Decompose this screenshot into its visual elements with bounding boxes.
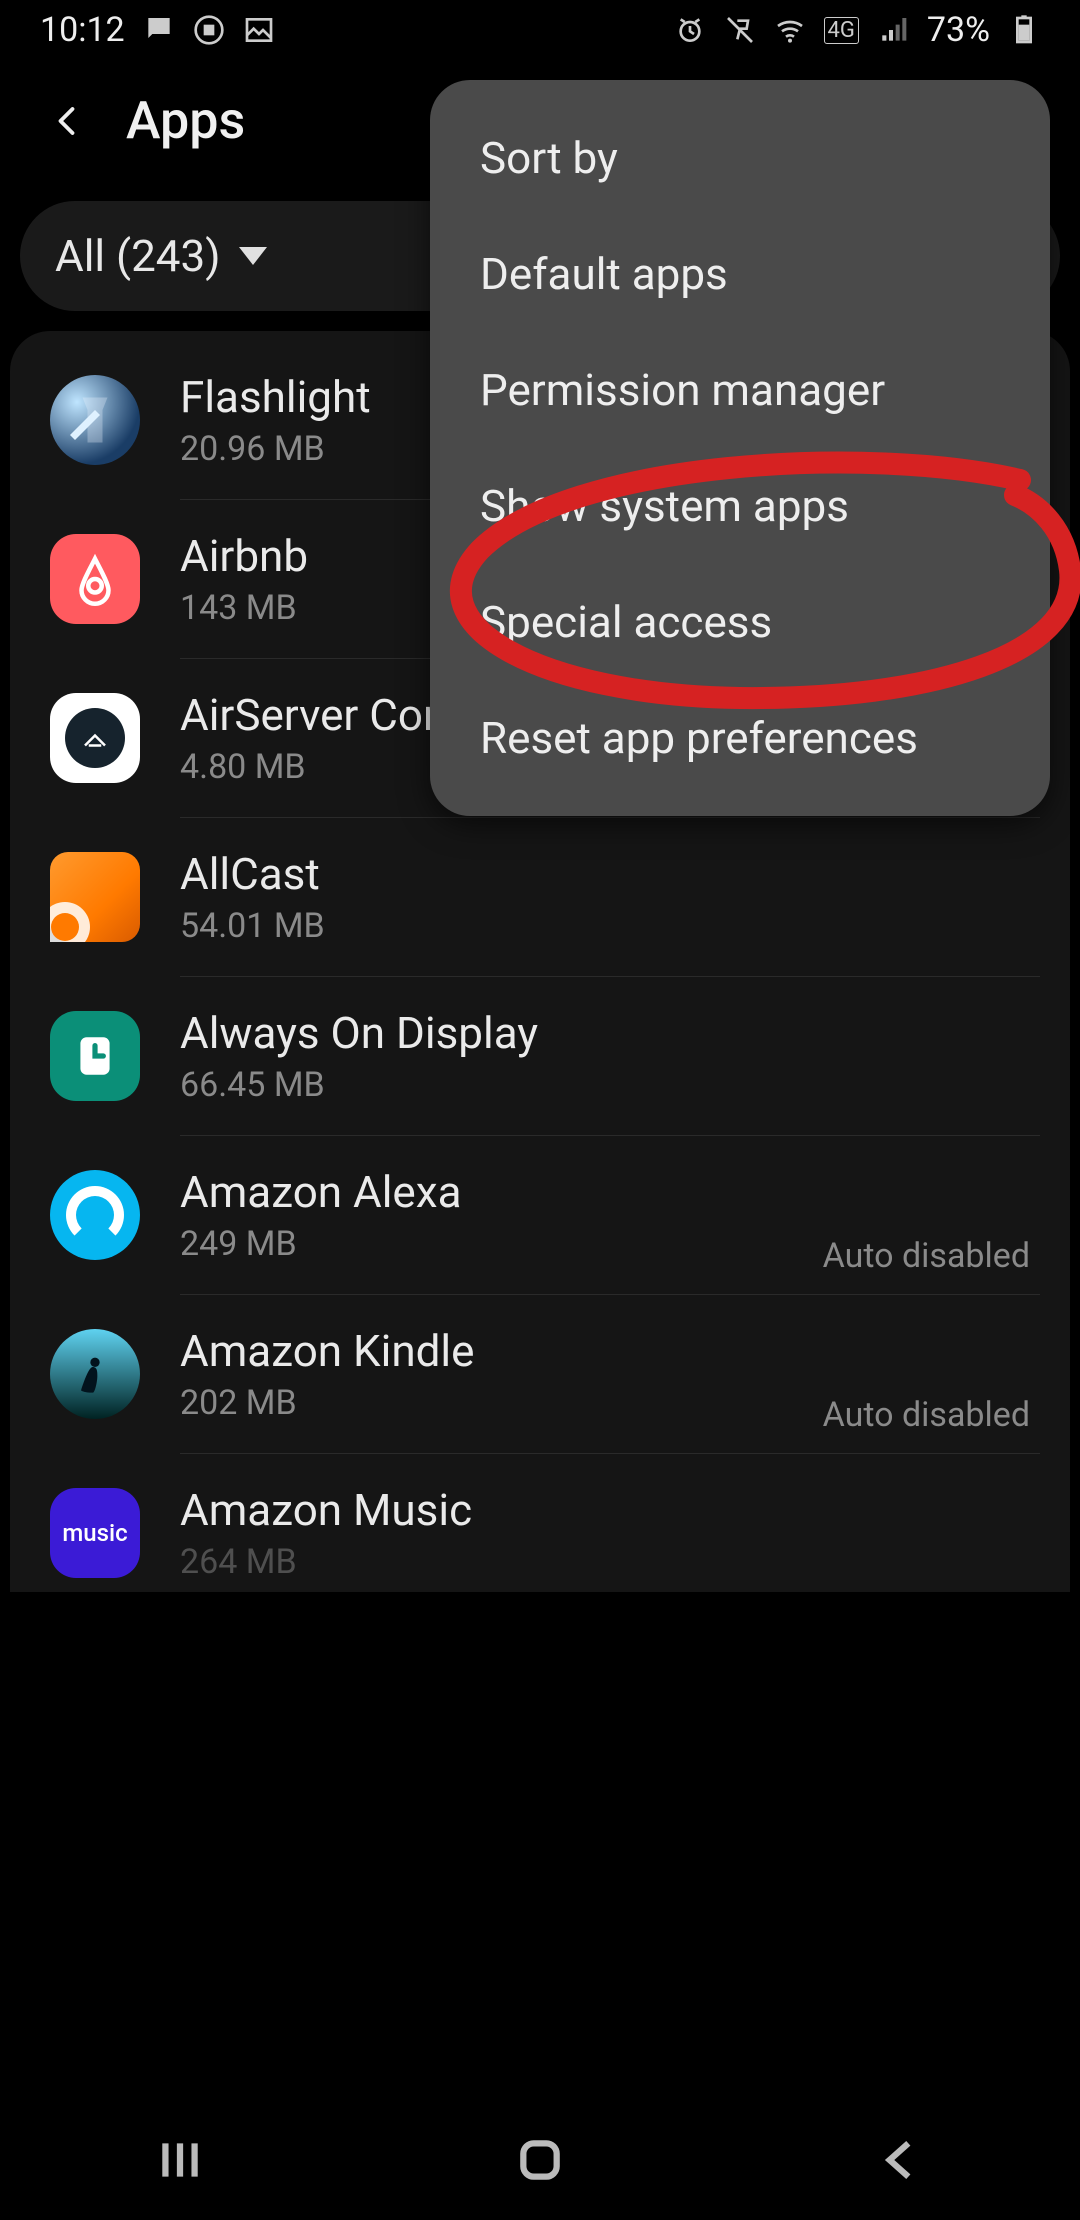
app-size: 54.01 MB <box>180 906 1030 946</box>
app-name: Amazon Alexa <box>180 1166 1030 1218</box>
app-icon-aod <box>50 1011 140 1101</box>
message-icon <box>143 14 175 46</box>
battery-percent: 73% <box>927 10 990 50</box>
menu-sort-by[interactable]: Sort by <box>430 100 1050 216</box>
home-icon[interactable] <box>515 2135 565 2185</box>
overflow-menu: Sort by Default apps Permission manager … <box>430 80 1050 816</box>
vibrate-icon <box>724 14 756 46</box>
app-icon-amazon-music: music <box>50 1488 140 1578</box>
app-row-alexa[interactable]: Amazon Alexa 249 MB Auto disabled <box>10 1136 1070 1294</box>
app-icon-airserver <box>50 693 140 783</box>
signal-icon <box>877 14 909 46</box>
clipboard-icon <box>193 14 225 46</box>
music-icon-label: music <box>62 1519 127 1547</box>
app-size: 66.45 MB <box>180 1065 1030 1105</box>
app-row-allcast[interactable]: AllCast 54.01 MB <box>10 818 1070 976</box>
app-name: Amazon Kindle <box>180 1325 1030 1377</box>
app-name: Amazon Music <box>180 1484 1030 1536</box>
battery-icon <box>1008 14 1040 46</box>
app-row-kindle[interactable]: Amazon Kindle 202 MB Auto disabled <box>10 1295 1070 1453</box>
app-row-amazon-music[interactable]: music Amazon Music 264 MB <box>10 1454 1070 1592</box>
menu-special-access[interactable]: Special access <box>430 564 1050 680</box>
app-name: Always On Display <box>180 1007 1030 1059</box>
app-icon-flashlight <box>50 375 140 465</box>
menu-reset-app-preferences[interactable]: Reset app preferences <box>430 680 1050 796</box>
nav-bar <box>0 2100 1080 2220</box>
menu-permission-manager[interactable]: Permission manager <box>430 332 1050 448</box>
app-status-tag: Auto disabled <box>823 1236 1030 1276</box>
app-status-tag: Auto disabled <box>823 1395 1030 1435</box>
app-size: 264 MB <box>180 1542 1030 1582</box>
recents-icon[interactable] <box>155 2135 205 2185</box>
network-4g-icon: 4G <box>824 17 859 44</box>
app-row-aod[interactable]: Always On Display 66.45 MB <box>10 977 1070 1135</box>
app-icon-alexa <box>50 1170 140 1260</box>
alarm-icon <box>674 14 706 46</box>
nav-back-icon[interactable] <box>875 2135 925 2185</box>
wifi-icon <box>774 14 806 46</box>
chevron-down-icon <box>239 247 267 265</box>
filter-dropdown[interactable]: All (243) <box>55 230 267 282</box>
menu-show-system-apps[interactable]: Show system apps <box>430 448 1050 564</box>
app-icon-airbnb <box>50 534 140 624</box>
app-name: AllCast <box>180 848 1030 900</box>
status-time: 10:12 <box>40 10 125 50</box>
app-icon-allcast <box>50 852 140 942</box>
page-title: Apps <box>126 90 245 151</box>
filter-label: All (243) <box>55 230 221 282</box>
app-icon-kindle <box>50 1329 140 1419</box>
picture-icon <box>243 14 275 46</box>
status-bar: 10:12 4G 73% <box>0 0 1080 60</box>
menu-default-apps[interactable]: Default apps <box>430 216 1050 332</box>
back-icon[interactable] <box>50 103 86 139</box>
